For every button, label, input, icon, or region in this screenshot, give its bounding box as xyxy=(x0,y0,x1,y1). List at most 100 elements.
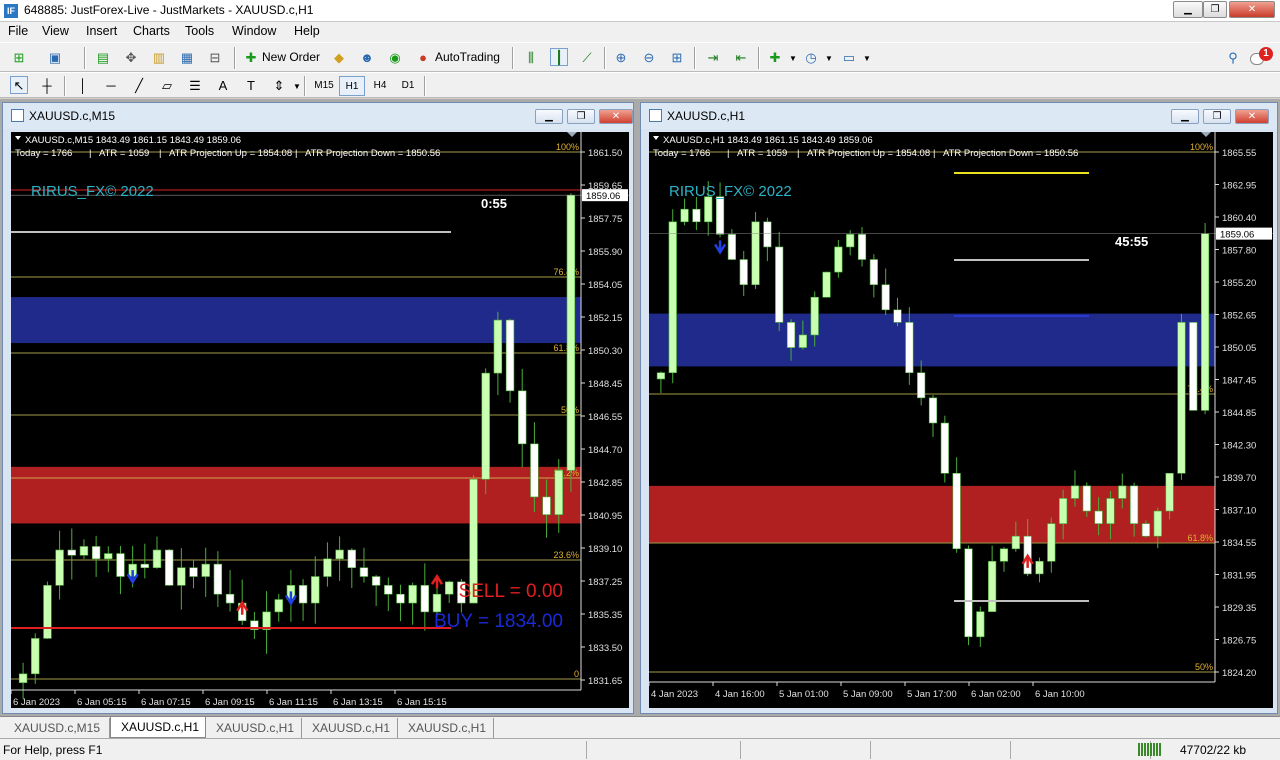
crosshair-icon[interactable]: ┼ xyxy=(38,76,56,94)
chart-window-h1[interactable]: XAUUSD.c,H1 ▁ ❐ ✕ 100% 76.4% 61.8% 50% 1865.… xyxy=(640,102,1278,714)
candlestick-icon[interactable]: ┃ xyxy=(550,48,568,66)
chart-minimize-button[interactable]: ▁ xyxy=(1171,109,1199,124)
menu-insert[interactable]: Insert xyxy=(86,24,117,38)
chart-canvas[interactable]: 100%76.4%61.8%50%38.2%23.6%01861.501859.… xyxy=(11,132,629,708)
candle-body xyxy=(347,549,356,568)
candle-body xyxy=(763,221,772,248)
metaeditor-icon[interactable]: ◆ xyxy=(330,48,348,66)
minimize-button[interactable]: ▁ xyxy=(1173,1,1203,18)
candle-body xyxy=(298,585,308,604)
price-tick-label: 1857.80 xyxy=(1222,246,1256,257)
vertical-line-icon[interactable]: │ xyxy=(74,76,92,94)
candle-body xyxy=(566,194,576,471)
menu-charts[interactable]: Charts xyxy=(133,24,170,38)
arrows-icon[interactable]: ⇕ xyxy=(270,76,288,94)
profiles-icon[interactable]: ▣ xyxy=(46,48,64,66)
chart-minimize-button[interactable]: ▁ xyxy=(535,109,563,124)
candle-body xyxy=(1165,473,1174,512)
text-icon[interactable]: A xyxy=(214,76,232,94)
indicators-icon[interactable]: ✚ xyxy=(766,48,784,66)
chevron-down-icon[interactable]: ▼ xyxy=(784,50,802,68)
market-watch-icon[interactable]: ▤ xyxy=(94,48,112,66)
price-chart-h1[interactable]: 100%76.4%61.8%50%1865.551862.951860.4018… xyxy=(649,132,1273,708)
signals-icon[interactable]: ☻ xyxy=(358,48,376,66)
candle-body xyxy=(917,372,926,399)
price-tick-label: 1860.40 xyxy=(1222,213,1256,224)
chart-restore-button[interactable]: ❐ xyxy=(1203,109,1231,124)
bar-chart-icon[interactable]: ⫼ xyxy=(522,48,540,66)
collapse-arrow-icon xyxy=(15,136,21,140)
alerts-icon[interactable]: 1 xyxy=(1250,47,1274,69)
trendline-icon[interactable]: ╱ xyxy=(130,76,148,94)
menu-help[interactable]: Help xyxy=(294,24,320,38)
price-tick-label: 1846.55 xyxy=(588,412,622,423)
chart-canvas[interactable]: 100% 76.4% 61.8% 50% 1865.55 1862.95 1860.40 18… xyxy=(649,132,1273,708)
text-label-icon[interactable]: T xyxy=(242,76,260,94)
tile-windows-icon[interactable]: ⊞ xyxy=(668,48,686,66)
chart-close-button[interactable]: ✕ xyxy=(599,109,633,124)
line-chart-icon[interactable]: ⟋ xyxy=(578,48,596,66)
timeframe-h1[interactable]: H1 xyxy=(339,76,365,96)
red-zone xyxy=(11,466,581,524)
menu-view[interactable]: View xyxy=(42,24,69,38)
price-chart-m15[interactable]: 100%76.4%61.8%50%38.2%23.6%01861.501859.… xyxy=(11,132,629,708)
maximize-button[interactable]: ❐ xyxy=(1203,1,1227,18)
chart-close-button[interactable]: ✕ xyxy=(1235,109,1269,124)
menu-file[interactable]: File xyxy=(8,24,28,38)
tab-xauusd-h1[interactable]: XAUUSD.c,H1 xyxy=(398,718,494,738)
time-tick-label: 6 Jan 07:15 xyxy=(141,697,191,708)
tab-xauusd-m15[interactable]: XAUUSD.c,M15 xyxy=(4,718,110,738)
candle-body xyxy=(1141,523,1151,537)
app-icon: IF xyxy=(4,4,18,18)
autotrading-icon[interactable]: ● xyxy=(414,48,432,66)
menu-tools[interactable]: Tools xyxy=(185,24,214,38)
periods-icon[interactable]: ◷ xyxy=(802,48,820,66)
new-chart-icon[interactable]: ⊞ xyxy=(10,48,28,66)
cursor-icon[interactable]: ↖ xyxy=(10,76,28,94)
chevron-down-icon[interactable]: ▼ xyxy=(820,50,838,68)
candle-body xyxy=(739,259,748,285)
price-tick-label: 1837.10 xyxy=(1222,506,1256,517)
candle-body xyxy=(857,234,867,260)
candle-body xyxy=(1177,322,1186,474)
timeframe-h4[interactable]: H4 xyxy=(367,76,393,96)
candle-body xyxy=(396,593,405,604)
candle-body xyxy=(384,585,393,595)
timeframe-m15[interactable]: M15 xyxy=(311,76,337,96)
status-cell xyxy=(586,741,587,759)
navigator-icon[interactable]: ✥ xyxy=(122,48,140,66)
strategy-tester-icon[interactable]: ⊟ xyxy=(206,48,224,66)
autotrading-button[interactable]: AutoTrading xyxy=(435,50,500,64)
horizontal-line-icon[interactable]: ─ xyxy=(102,76,120,94)
equidistant-channel-icon[interactable]: ▱ xyxy=(158,76,176,94)
templates-icon[interactable]: ▭ xyxy=(840,48,858,66)
candle-body xyxy=(775,246,784,323)
zoom-out-icon[interactable]: ⊖ xyxy=(640,48,658,66)
zoom-in-icon[interactable]: ⊕ xyxy=(612,48,630,66)
candle-body xyxy=(822,271,831,298)
market-icon[interactable]: ◉ xyxy=(386,48,404,66)
new-order-icon[interactable]: ✚ xyxy=(242,48,260,66)
auto-scroll-icon[interactable]: ⇥ xyxy=(704,48,722,66)
close-button[interactable]: ✕ xyxy=(1229,1,1275,18)
chart-header: XAUUSD.c,H1 1843.49 1861.15 1843.49 1859… xyxy=(663,135,873,146)
tab-xauusd-h1[interactable]: XAUUSD.c,H1 xyxy=(110,717,206,738)
menu-window[interactable]: Window xyxy=(232,24,276,38)
timeframe-d1[interactable]: D1 xyxy=(395,76,421,96)
new-order-button[interactable]: New Order xyxy=(262,50,320,64)
search-icon[interactable]: ⚲ xyxy=(1224,48,1242,66)
info-divider: | xyxy=(727,148,729,159)
tab-xauusd-h1[interactable]: XAUUSD.c,H1 xyxy=(302,718,398,738)
fibonacci-icon[interactable]: ☰ xyxy=(186,76,204,94)
terminal-icon[interactable]: ▦ xyxy=(178,48,196,66)
data-window-icon[interactable]: ▥ xyxy=(150,48,168,66)
chevron-down-icon[interactable]: ▼ xyxy=(858,50,876,68)
fib-label: 100% xyxy=(1190,142,1213,152)
tab-xauusd-h1[interactable]: XAUUSD.c,H1 xyxy=(206,718,302,738)
separator xyxy=(694,47,696,69)
chart-window-m15[interactable]: XAUUSD.c,M15 ▁ ❐ ✕ 100%76.4%61.8%50%38.2… xyxy=(2,102,634,714)
chart-shift-icon[interactable]: ⇤ xyxy=(732,48,750,66)
price-tick-label: 1865.55 xyxy=(1222,148,1256,159)
chart-restore-button[interactable]: ❐ xyxy=(567,109,595,124)
candle-body xyxy=(505,319,515,392)
